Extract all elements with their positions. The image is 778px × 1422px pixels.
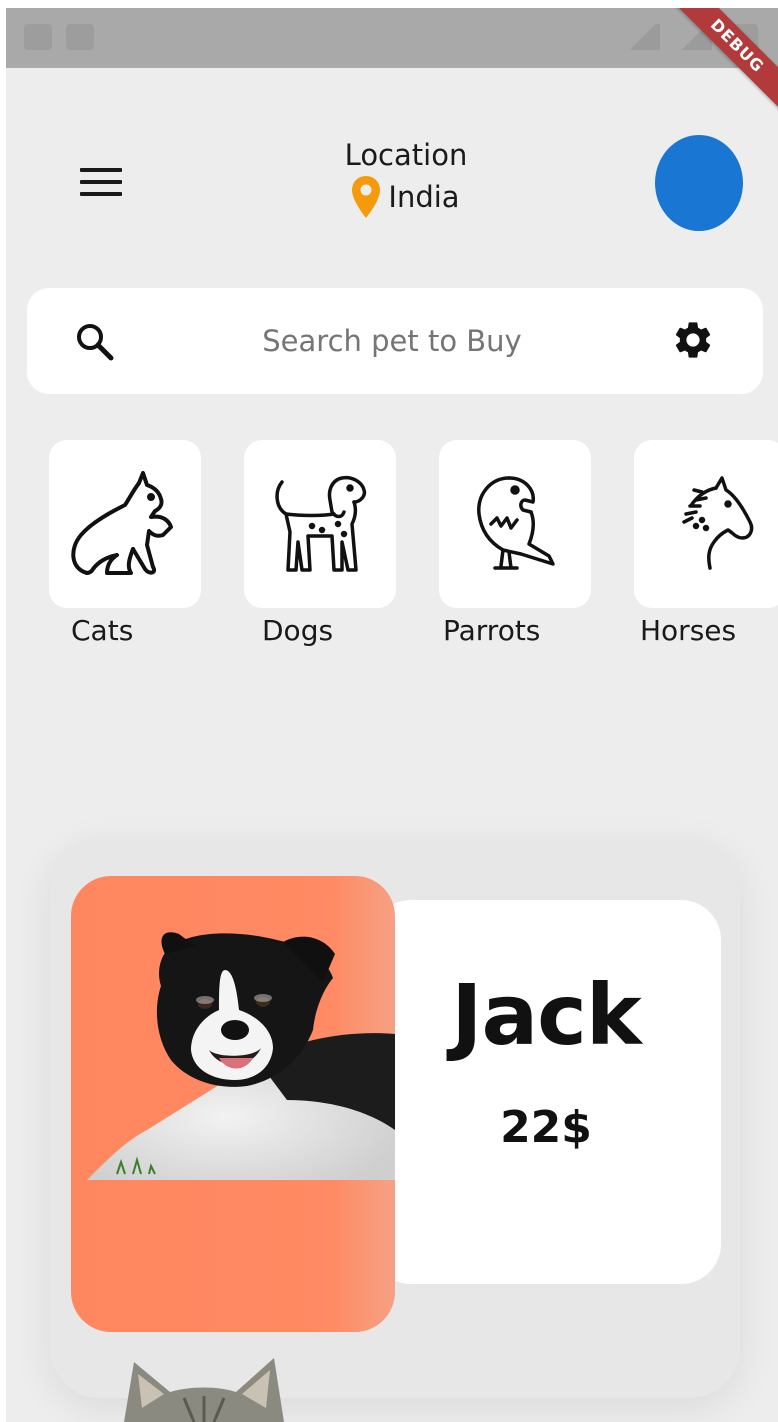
category-horses-card[interactable] xyxy=(634,440,778,608)
category-parrots-card[interactable] xyxy=(439,440,591,608)
cat-icon xyxy=(71,471,173,575)
category-cats-card[interactable] xyxy=(49,440,201,608)
search-icon[interactable] xyxy=(75,322,115,362)
category-list: Cats Dogs Parrots Horses xyxy=(6,440,778,656)
category-horses-label: Horses xyxy=(640,614,737,647)
horse-icon xyxy=(682,476,754,570)
app-screen: DEBUG Location India Search pet to Buy C… xyxy=(6,8,778,1422)
signal-icon xyxy=(626,24,660,50)
parrot-icon xyxy=(477,476,555,570)
category-cats[interactable]: Cats xyxy=(49,440,201,647)
settings-gear-icon[interactable] xyxy=(671,318,715,362)
search-input[interactable] xyxy=(167,324,617,358)
pet-price: 22$ xyxy=(500,1102,592,1153)
pet-name: Jack xyxy=(451,966,642,1064)
category-dogs-label: Dogs xyxy=(262,614,334,647)
category-dogs-card[interactable] xyxy=(244,440,396,608)
location-block: Location India xyxy=(336,138,476,218)
menu-icon[interactable] xyxy=(80,168,122,198)
search-bar[interactable] xyxy=(27,288,763,394)
avatar[interactable] xyxy=(655,135,743,231)
location-label: Location xyxy=(344,138,468,172)
dog-icon xyxy=(275,475,367,572)
dog-photo xyxy=(87,932,395,1180)
category-cats-label: Cats xyxy=(71,614,134,647)
pet-card[interactable]: Jack 22$ xyxy=(71,876,721,1332)
cat-photo-peek xyxy=(124,1358,284,1422)
pet-photo-frame xyxy=(71,876,395,1332)
location-value: India xyxy=(388,180,460,214)
category-dogs[interactable]: Dogs xyxy=(244,440,396,647)
location-pin-icon xyxy=(352,176,381,218)
category-parrots-label: Parrots xyxy=(443,614,541,647)
gallery-notification-icon xyxy=(24,24,52,50)
status-bar xyxy=(6,8,778,68)
category-horses[interactable]: Horses xyxy=(634,440,778,647)
category-parrots[interactable]: Parrots xyxy=(439,440,591,647)
camera-notification-icon xyxy=(66,24,94,50)
pet-info-panel xyxy=(371,900,721,1284)
